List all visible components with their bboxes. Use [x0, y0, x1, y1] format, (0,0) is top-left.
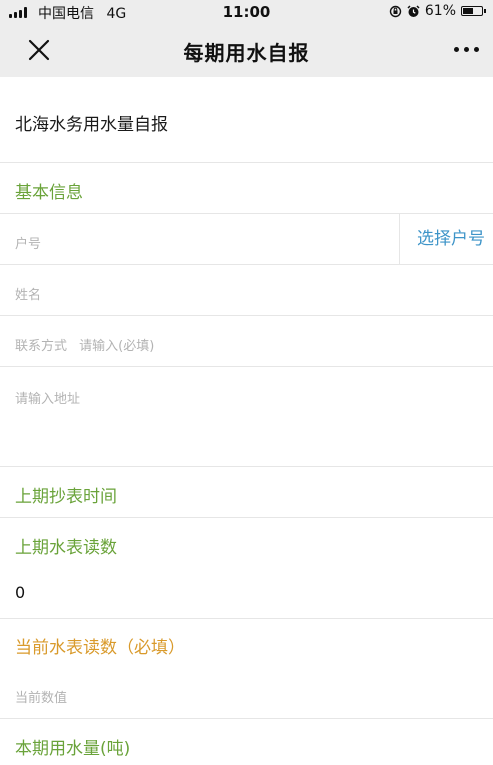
basic-info-section: 基本信息: [0, 163, 493, 214]
form-heading: 北海水务用水量自报: [15, 115, 168, 135]
status-right: 61%: [389, 3, 486, 19]
battery-icon: [461, 6, 486, 16]
address-row: 请输入地址: [0, 367, 493, 467]
usage-label: 本期用水量(吨): [15, 739, 131, 759]
contact-label: 联系方式: [15, 339, 68, 354]
alarm-icon: [407, 4, 420, 17]
current-reading-input-row: 当前数值: [0, 669, 493, 719]
page-title: 每期用水自报: [183, 41, 310, 65]
last-reading-label: 上期水表读数: [15, 538, 117, 558]
contact-row: 联系方式 请输入(必填): [0, 316, 493, 367]
last-reading-label-row: 上期水表读数: [0, 518, 493, 568]
current-reading-input[interactable]: 当前数值: [15, 687, 475, 706]
current-reading-label-row: 当前水表读数（必填）: [0, 619, 493, 669]
address-input[interactable]: 请输入地址: [15, 388, 475, 458]
last-read-time-label: 上期抄表时间: [15, 487, 117, 507]
contact-field: 联系方式 请输入(必填): [15, 335, 154, 354]
battery-percent: 61%: [424, 3, 456, 19]
last-read-time-row: 上期抄表时间: [0, 467, 493, 518]
select-account-button[interactable]: 选择户号: [399, 214, 493, 264]
account-row: 户号 选择户号: [0, 214, 493, 265]
last-reading-value: 0: [15, 583, 26, 602]
orientation-lock-icon: [389, 5, 402, 17]
current-reading-label: 当前水表读数（必填）: [15, 638, 185, 658]
form-header: 北海水务用水量自报: [0, 77, 493, 163]
usage-row: 本期用水量(吨): [0, 719, 493, 765]
status-bar: 中国电信 4G 11:00 61%: [0, 0, 493, 24]
name-input[interactable]: 姓名: [15, 284, 475, 303]
name-row: 姓名: [0, 265, 493, 316]
more-icon[interactable]: [454, 47, 479, 52]
account-input[interactable]: 户号: [15, 233, 385, 252]
last-reading-value-row: 0: [0, 568, 493, 619]
nav-bar: 每期用水自报: [0, 24, 493, 77]
basic-info-label: 基本信息: [15, 183, 83, 203]
contact-input[interactable]: 请输入(必填): [79, 339, 154, 354]
